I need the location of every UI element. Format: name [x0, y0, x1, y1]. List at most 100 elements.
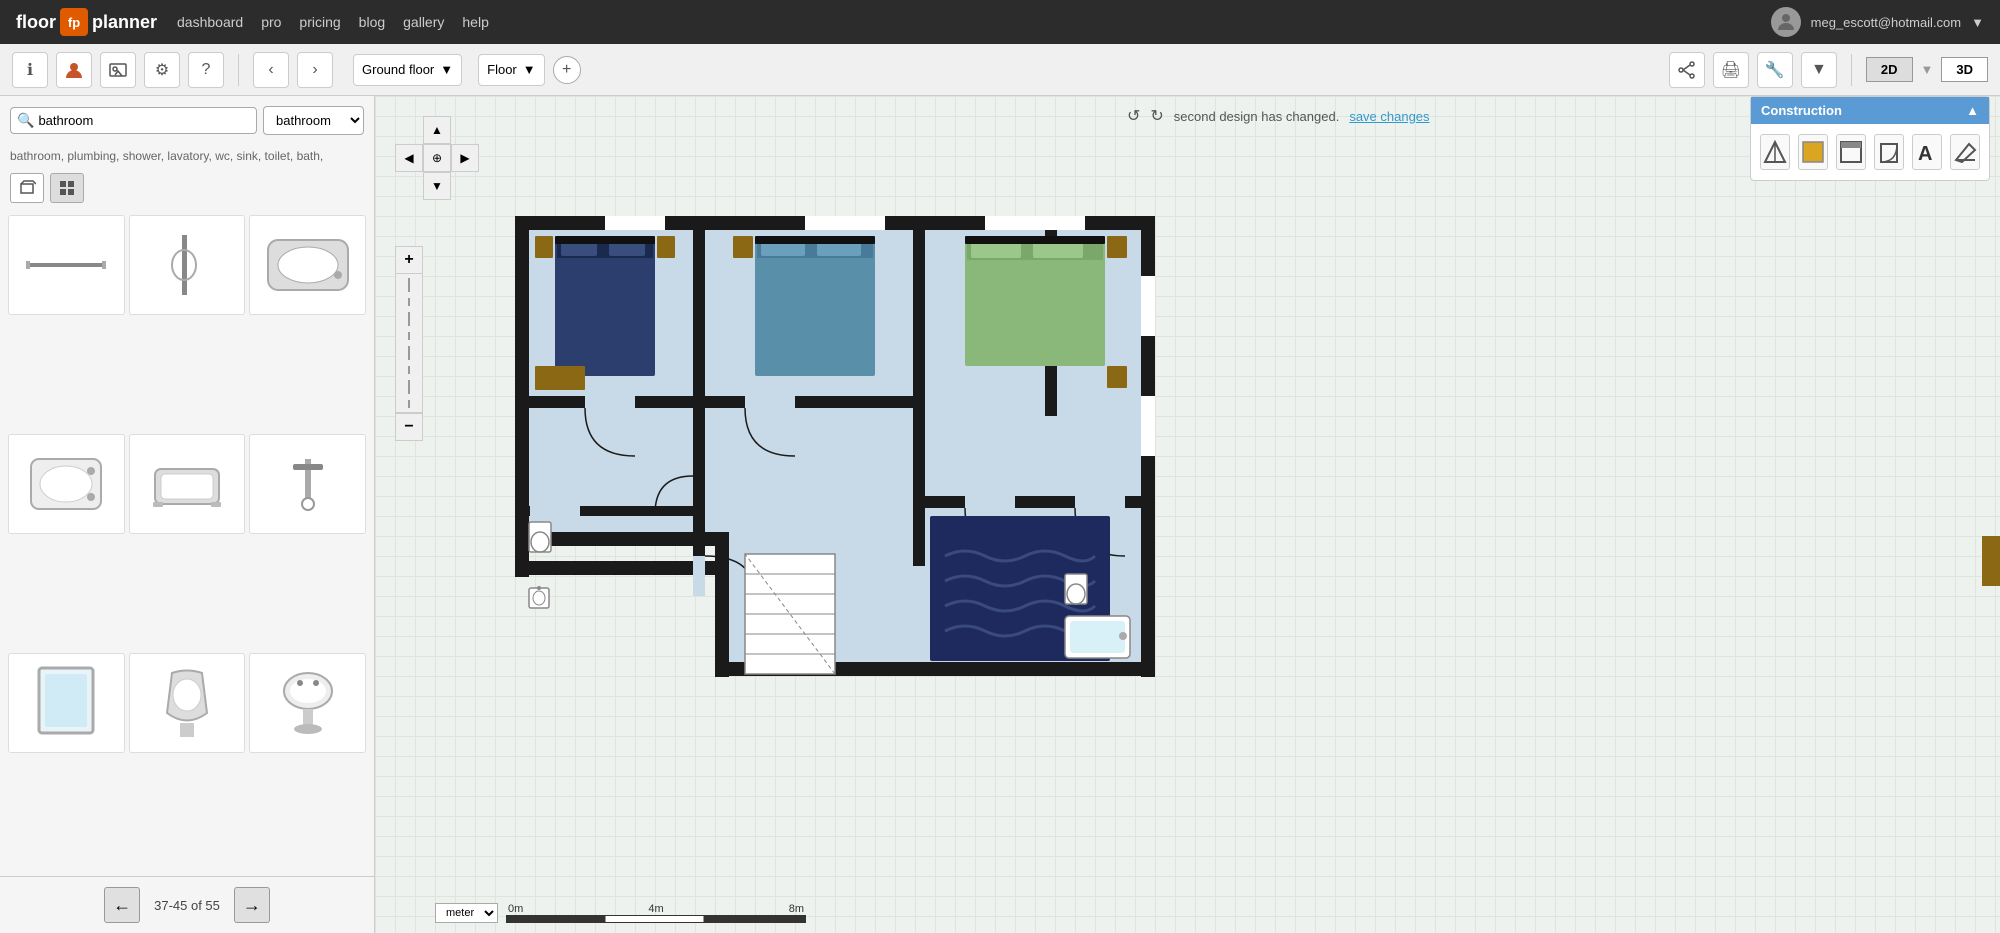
category-select[interactable]: bathroom kitchen bedroom living room [263, 106, 364, 135]
main-content: 🔍 bathroom kitchen bedroom living room b… [0, 96, 2000, 933]
undo-icon[interactable]: ↺ [1127, 106, 1140, 126]
construction-ceiling-button[interactable] [1836, 134, 1866, 170]
logo[interactable]: floor fp planner [16, 8, 157, 36]
scale-bar: meter feet 0m 4m 8m [435, 903, 806, 923]
notification-text: second design has changed. [1174, 109, 1340, 124]
list-item[interactable] [8, 434, 125, 534]
construction-door-button[interactable] [1874, 134, 1904, 170]
floor-select[interactable]: Ground floor ▼ [353, 54, 462, 86]
nav-arrows-group: ▲ ◀ ⊕ ▶ ▼ [395, 116, 479, 200]
ruler-tick [408, 298, 410, 306]
floor2-label: Floor [487, 62, 517, 77]
view-toggle [0, 169, 374, 207]
construction-icons: A [1751, 124, 1989, 180]
scale-unit-select[interactable]: meter feet [435, 903, 498, 923]
construction-text-button[interactable]: A [1912, 134, 1942, 170]
profile-button[interactable] [56, 52, 92, 88]
construction-eraser-button[interactable] [1950, 134, 1980, 170]
floor2-selector[interactable]: Floor ▼ [478, 54, 545, 86]
nav-right-button[interactable]: ▶ [451, 144, 479, 172]
btn-3d[interactable]: 3D [1941, 57, 1988, 82]
wrench-button[interactable]: 🔧 [1757, 52, 1793, 88]
help-button[interactable]: ? [188, 52, 224, 88]
logo-icon: fp [60, 8, 88, 36]
list-item[interactable] [249, 434, 366, 534]
nav-pro[interactable]: pro [261, 14, 281, 30]
scale-mark-8: 8m [789, 903, 804, 915]
ruler-tick [408, 278, 410, 292]
zoom-out-button[interactable]: − [395, 413, 423, 441]
main-nav: dashboard pro pricing blog gallery help [177, 14, 489, 30]
list-item[interactable] [249, 215, 366, 315]
add-floor-button[interactable]: + [553, 56, 581, 84]
btn-2d[interactable]: 2D [1866, 57, 1913, 82]
nav-center-button[interactable]: ⊕ [423, 144, 451, 172]
nav-pricing[interactable]: pricing [299, 14, 340, 30]
floor-plan[interactable] [455, 196, 1155, 701]
prev-page-button[interactable]: ← [104, 887, 140, 923]
svg-text:A: A [1918, 143, 1932, 165]
floor-label: Ground floor [362, 62, 434, 77]
page-info: 37-45 of 55 [154, 898, 220, 913]
print-button[interactable]: 🖨 [1713, 52, 1749, 88]
scale-labels: 0m 4m 8m [506, 903, 806, 915]
nav-help[interactable]: help [462, 14, 488, 30]
list-item[interactable] [8, 215, 125, 315]
floor2-select[interactable]: Floor ▼ [478, 54, 545, 86]
nav-down-button[interactable]: ▼ [423, 172, 451, 200]
floor-arrow: ▼ [440, 62, 453, 77]
list-item[interactable] [129, 434, 246, 534]
ruler-tick [408, 366, 410, 374]
list-item[interactable] [8, 653, 125, 753]
view-3d-button[interactable] [10, 173, 44, 203]
nav-up-button[interactable]: ▲ [423, 116, 451, 144]
save-changes-link[interactable]: save changes [1349, 109, 1429, 124]
settings-button[interactable]: ⚙ [144, 52, 180, 88]
next-page-button[interactable]: → [234, 887, 270, 923]
floor-selector[interactable]: Ground floor ▼ [353, 54, 462, 86]
scale-mark-0: 0m [508, 903, 523, 915]
zoom-panel: + − [395, 246, 423, 441]
nav-gallery[interactable]: gallery [403, 14, 444, 30]
items-grid [0, 207, 374, 876]
list-item[interactable] [249, 653, 366, 753]
list-item[interactable] [129, 653, 246, 753]
ruler-tick [408, 332, 410, 340]
redo-icon[interactable]: ↻ [1150, 106, 1163, 126]
construction-title: Construction [1761, 103, 1842, 118]
search-area: 🔍 bathroom kitchen bedroom living room [0, 96, 374, 145]
view-grid-button[interactable] [50, 173, 84, 203]
scale-line: 0m 4m 8m [506, 903, 806, 923]
prev-floor-button[interactable]: ‹ [253, 52, 289, 88]
search-input[interactable] [34, 108, 250, 133]
info-button[interactable]: ℹ [12, 52, 48, 88]
ruler-tick [408, 312, 410, 326]
ruler-tick [408, 380, 410, 394]
construction-floor-button[interactable] [1798, 134, 1828, 170]
floor2-arrow: ▼ [523, 62, 536, 77]
scale-bar-visual [506, 915, 806, 923]
nav-left-button[interactable]: ◀ [395, 144, 423, 172]
logo-text-floor: floor [16, 12, 56, 33]
pagination: ← 37-45 of 55 → [0, 876, 374, 933]
search-input-wrap: 🔍 [10, 107, 257, 134]
canvas-area[interactable]: ↺ ↻ second design has changed. save chan… [375, 96, 2000, 933]
nav-blog[interactable]: blog [359, 14, 385, 30]
nav-dashboard[interactable]: dashboard [177, 14, 243, 30]
construction-collapse-icon[interactable]: ▲ [1966, 103, 1979, 118]
scale-mark-4: 4m [648, 903, 663, 915]
user-avatar[interactable] [1771, 7, 1801, 37]
top-navigation: floor fp planner dashboard pro pricing b… [0, 0, 2000, 44]
notification-bar: ↺ ↻ second design has changed. save chan… [1127, 106, 1430, 126]
construction-wall-button[interactable] [1760, 134, 1790, 170]
share-button[interactable] [1669, 52, 1705, 88]
zoom-ruler [395, 274, 423, 413]
ruler-tick [408, 346, 410, 360]
photos-button[interactable] [100, 52, 136, 88]
list-item[interactable] [129, 215, 246, 315]
zoom-in-button[interactable]: + [395, 246, 423, 274]
next-floor-button[interactable]: › [297, 52, 333, 88]
left-panel: 🔍 bathroom kitchen bedroom living room b… [0, 96, 375, 933]
more-button[interactable]: ▼ [1801, 52, 1837, 88]
user-dropdown-arrow[interactable]: ▼ [1971, 15, 1984, 30]
